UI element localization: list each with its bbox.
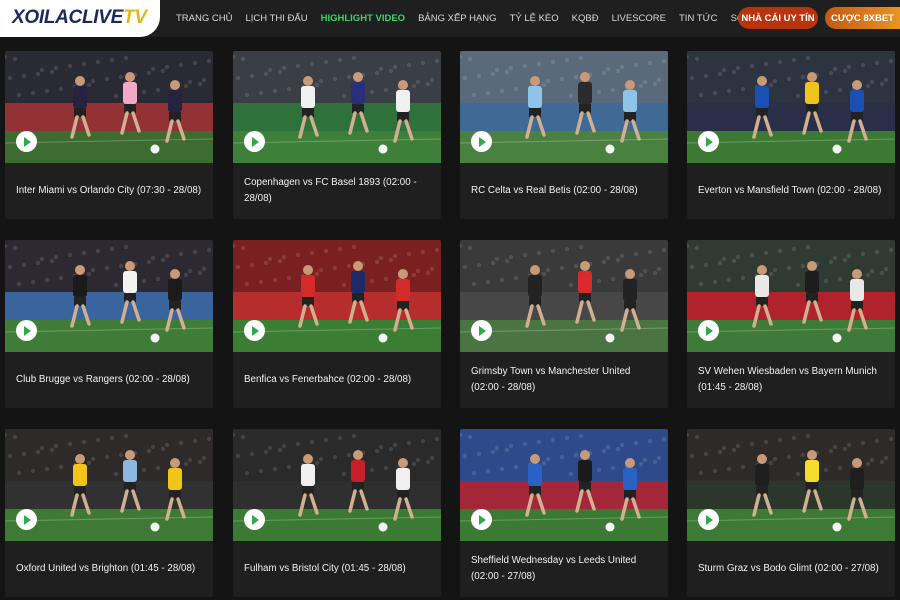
play-icon[interactable] [698,131,719,152]
video-thumbnail[interactable] [5,240,213,352]
play-icon[interactable] [698,320,719,341]
ball [605,333,615,343]
ball [150,522,160,532]
video-title[interactable]: SV Wehen Wiesbaden vs Bayern Munich (01:… [698,364,887,396]
logo-text: XOILACLIVETV [12,7,147,29]
video-title[interactable]: Club Brugge vs Rangers (02:00 - 28/08) [16,372,205,388]
play-icon[interactable] [471,320,492,341]
video-thumbnail[interactable] [687,429,895,541]
video-title[interactable]: Grimsby Town vs Manchester United (02:00… [471,364,660,396]
ball [832,522,842,532]
main-nav: TRANG CHỦ LỊCH THI ĐẤU HIGHLIGHT VIDEO BẢNG… [176,0,783,37]
cuoc-8xbet-button[interactable]: CƯỢC 8XBET [825,7,900,29]
video-title[interactable]: Sheffield Wednesday vs Leeds United (02:… [471,553,660,585]
video-card[interactable]: Copenhagen vs FC Basel 1893 (02:00 - 28/… [233,51,441,219]
nav-item-1[interactable]: TRANG CHỦ [176,13,232,24]
ball [832,144,842,154]
video-thumbnail[interactable] [5,429,213,541]
video-card[interactable]: Fulham vs Bristol City (01:45 - 28/08) [233,429,441,597]
video-card[interactable]: Benfica vs Fenerbahce (02:00 - 28/08) [233,240,441,408]
video-title[interactable]: Copenhagen vs FC Basel 1893 (02:00 - 28/… [244,175,433,207]
video-thumbnail[interactable] [687,51,895,163]
site-logo[interactable]: XOILACLIVETV [0,0,160,37]
ball [378,522,388,532]
play-icon[interactable] [16,131,37,152]
video-thumbnail[interactable] [233,51,441,163]
video-thumbnail[interactable] [233,429,441,541]
video-card[interactable]: Oxford United vs Brighton (01:45 - 28/08… [5,429,213,597]
nav-item-2[interactable]: LỊCH THI ĐẤU [245,13,307,24]
video-title[interactable]: Benfica vs Fenerbahce (02:00 - 28/08) [244,372,433,388]
play-icon[interactable] [698,509,719,530]
play-icon[interactable] [471,131,492,152]
video-card[interactable]: RC Celta vs Real Betis (02:00 - 28/08) [460,51,668,219]
video-title[interactable]: Oxford United vs Brighton (01:45 - 28/08… [16,561,205,577]
video-title[interactable]: Inter Miami vs Orlando City (07:30 - 28/… [16,183,205,199]
nha-cai-uy-tin-button[interactable]: NHÀ CÁI UY TÍN [738,7,818,29]
nav-item-3[interactable]: HIGHLIGHT VIDEO [321,13,405,24]
ball [378,333,388,343]
video-card[interactable]: Everton vs Mansfield Town (02:00 - 28/08… [687,51,895,219]
video-thumbnail[interactable] [460,240,668,352]
play-icon[interactable] [244,131,265,152]
play-icon[interactable] [471,509,492,530]
video-title[interactable]: RC Celta vs Real Betis (02:00 - 28/08) [471,183,660,199]
video-card[interactable]: SV Wehen Wiesbaden vs Bayern Munich (01:… [687,240,895,408]
logo-accent-text: TV [123,7,147,28]
site-header: XOILACLIVETV TRANG CHỦ LỊCH THI ĐẤU HIGHLI… [0,0,900,37]
nav-item-4[interactable]: BẢNG XẾP HẠNG [418,13,497,24]
video-card[interactable]: Grimsby Town vs Manchester United (02:00… [460,240,668,408]
video-card[interactable]: Club Brugge vs Rangers (02:00 - 28/08) [5,240,213,408]
play-icon[interactable] [16,320,37,341]
video-card[interactable]: Inter Miami vs Orlando City (07:30 - 28/… [5,51,213,219]
nav-item-8[interactable]: TIN TỨC [679,13,718,24]
video-card[interactable]: Sturm Graz vs Bodo Glimt (02:00 - 27/08) [687,429,895,597]
nav-item-7[interactable]: LIVESCORE [612,13,666,24]
ball [605,144,615,154]
ball [150,333,160,343]
video-thumbnail[interactable] [687,240,895,352]
ball [605,522,615,532]
video-thumbnail[interactable] [460,51,668,163]
video-title[interactable]: Everton vs Mansfield Town (02:00 - 28/08… [698,183,887,199]
video-grid: Inter Miami vs Orlando City (07:30 - 28/… [0,37,900,600]
ball [150,144,160,154]
play-icon[interactable] [16,509,37,530]
play-icon[interactable] [244,509,265,530]
video-card[interactable]: Sheffield Wednesday vs Leeds United (02:… [460,429,668,597]
video-title[interactable]: Fulham vs Bristol City (01:45 - 28/08) [244,561,433,577]
nav-item-6[interactable]: KQBĐ [572,13,599,24]
video-thumbnail[interactable] [460,429,668,541]
ball [832,333,842,343]
play-icon[interactable] [244,320,265,341]
logo-main-text: XOILACLIVE [12,7,124,28]
video-thumbnail[interactable] [233,240,441,352]
video-thumbnail[interactable] [5,51,213,163]
nav-item-5[interactable]: TỶ LỆ KÈO [510,13,559,24]
ball [378,144,388,154]
video-title[interactable]: Sturm Graz vs Bodo Glimt (02:00 - 27/08) [698,561,887,577]
